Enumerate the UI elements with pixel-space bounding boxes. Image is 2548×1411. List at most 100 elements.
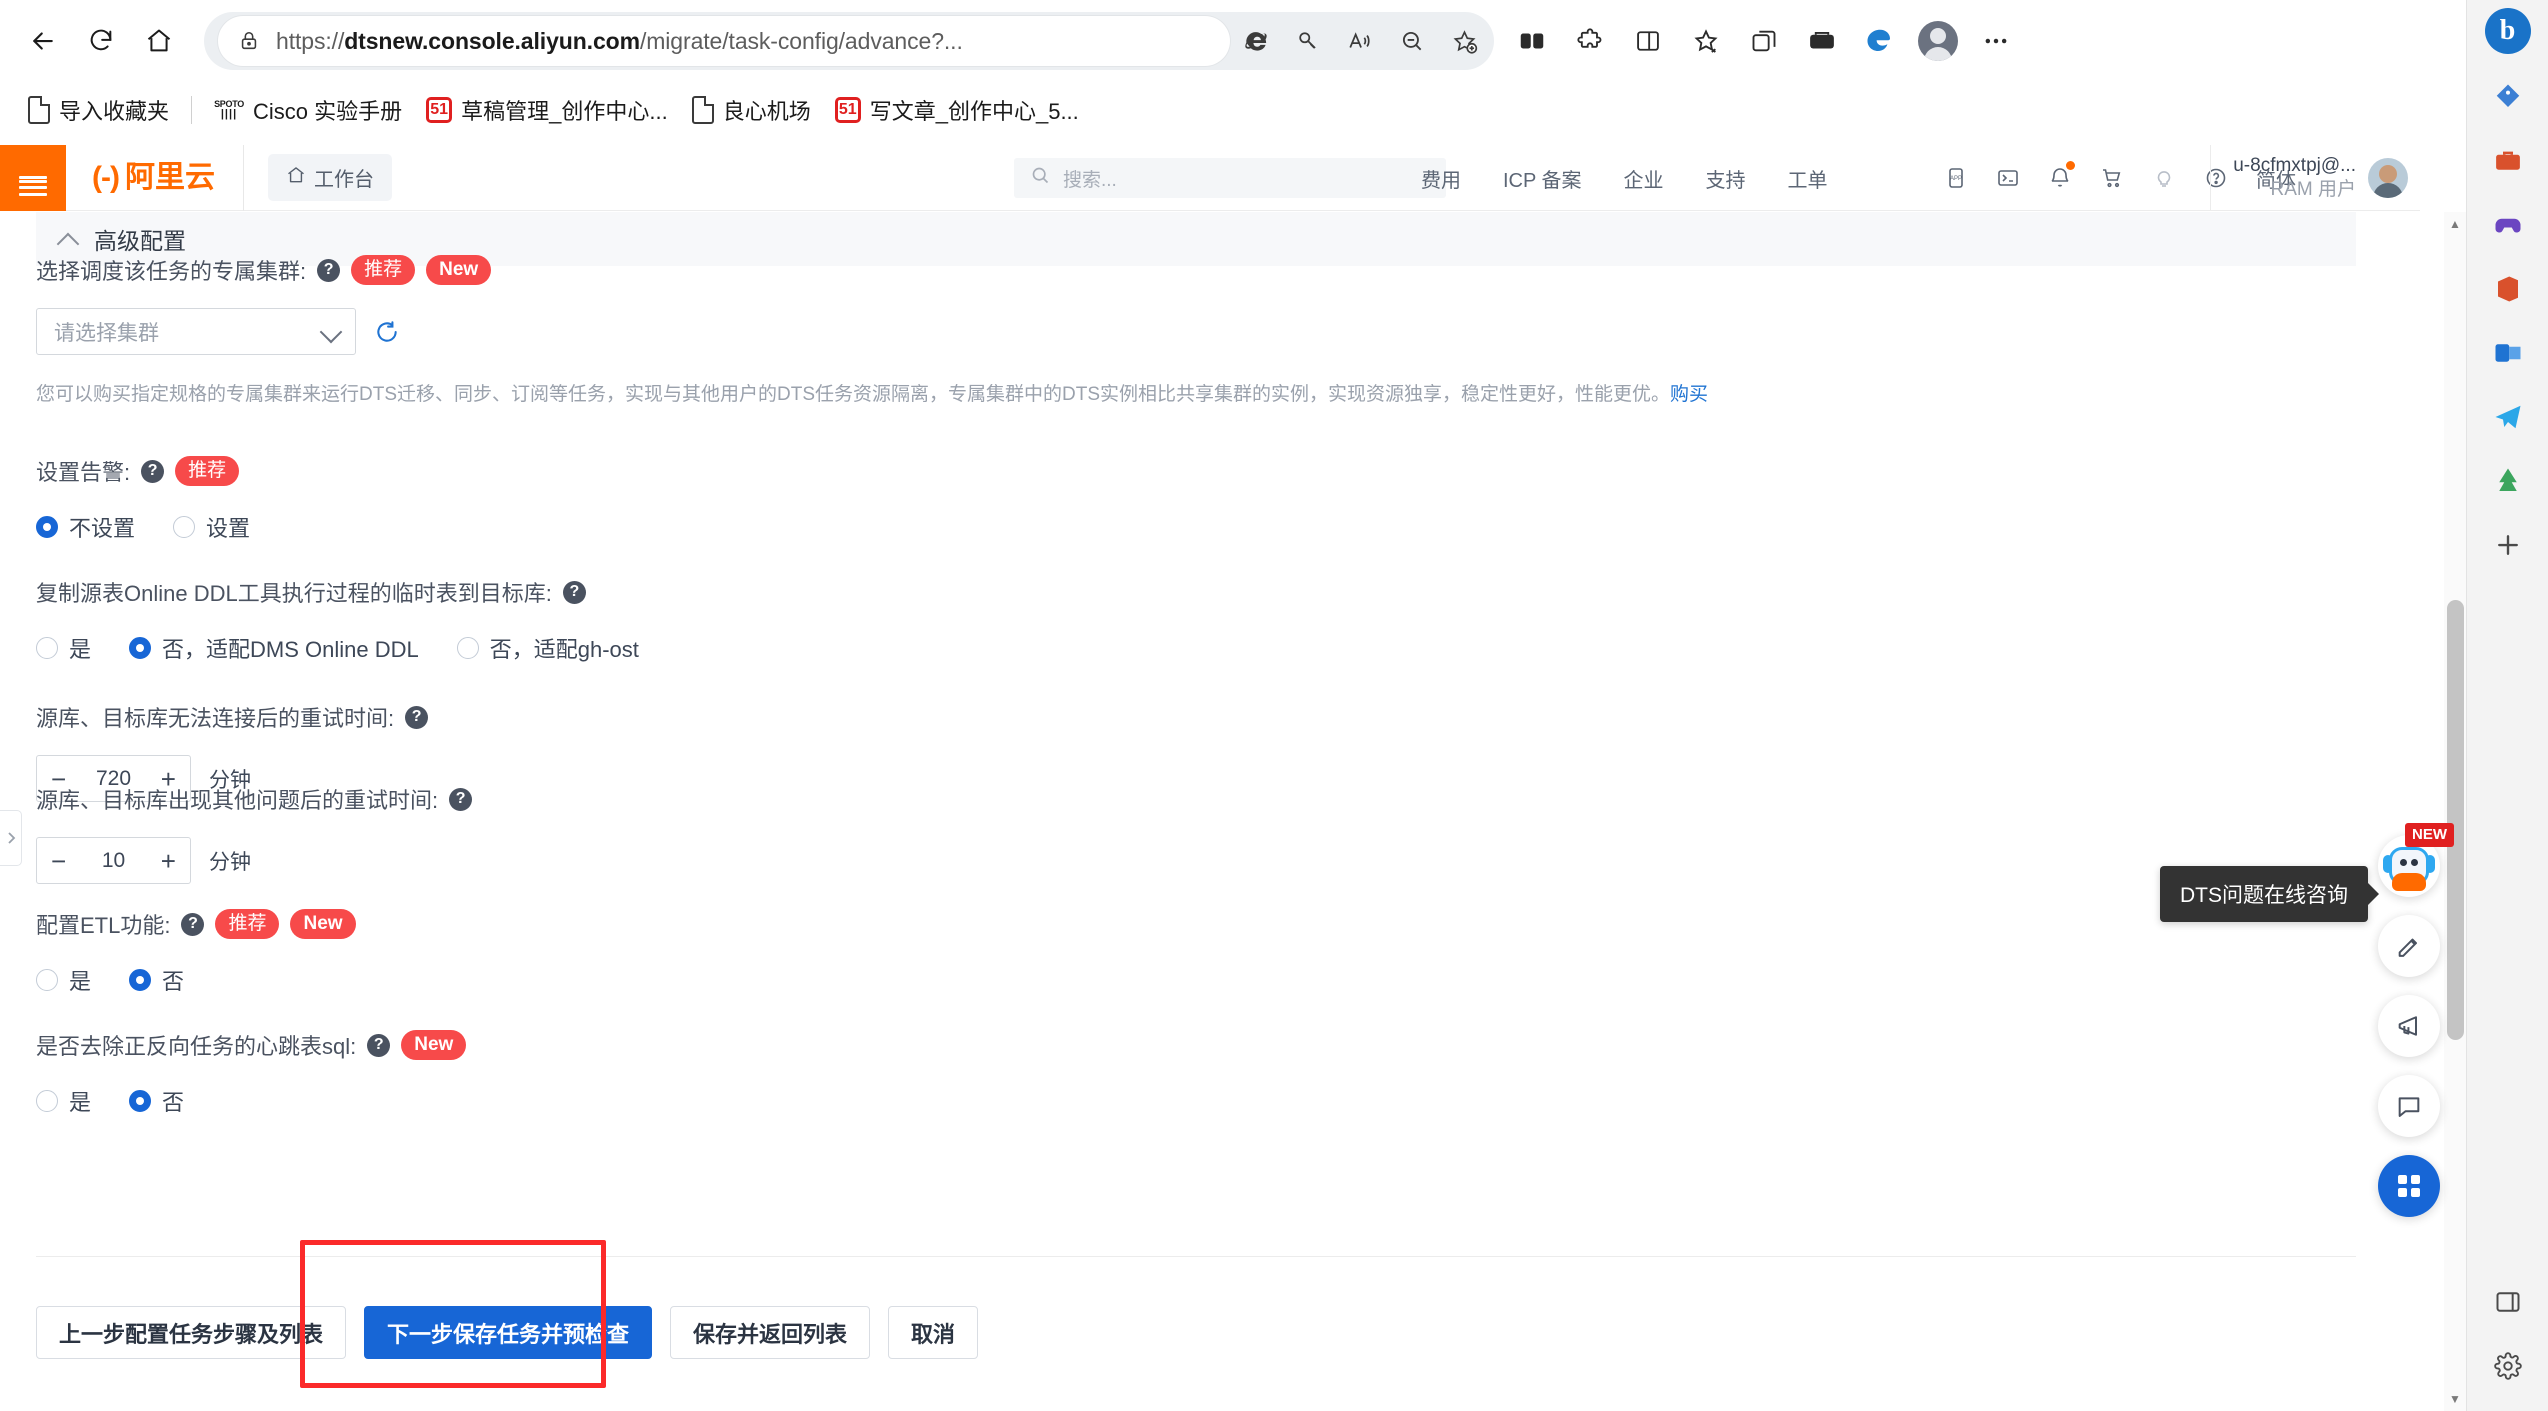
hamburger-menu-icon[interactable]: [0, 144, 66, 211]
add-icon[interactable]: [2477, 514, 2539, 576]
bookmark-import-favorites[interactable]: 导入收藏夹: [18, 88, 179, 132]
cluster-select[interactable]: 请选择集群: [36, 308, 356, 355]
help-icon[interactable]: ?: [317, 258, 341, 282]
online-ddl-option-ghost[interactable]: 否，适配gh-ost: [456, 632, 639, 664]
drop-panel-icon[interactable]: [2477, 1271, 2539, 1333]
add-favorite-icon[interactable]: [1438, 15, 1490, 67]
help-icon[interactable]: ?: [405, 705, 429, 729]
etl-option-yes[interactable]: 是: [36, 964, 91, 996]
radio-icon[interactable]: [129, 637, 152, 659]
briefcase-icon[interactable]: [2477, 130, 2539, 192]
tree-icon[interactable]: [2477, 450, 2539, 512]
chat-bubble-icon[interactable]: [2378, 1075, 2440, 1137]
prev-step-button[interactable]: 上一步配置任务步骤及列表: [36, 1306, 347, 1359]
bookmark-cisco[interactable]: SPOTO |||| Cisco 实验手册: [204, 88, 412, 132]
radio-icon[interactable]: [36, 637, 58, 659]
bell-icon[interactable]: [2034, 152, 2086, 204]
terminal-icon[interactable]: [1982, 152, 2034, 204]
next-step-button[interactable]: 下一步保存任务并预检查: [364, 1306, 653, 1359]
pencil-icon[interactable]: [2378, 915, 2440, 977]
avatar[interactable]: [2368, 158, 2408, 198]
favorites-icon[interactable]: [1678, 13, 1734, 69]
reload-icon[interactable]: [72, 12, 130, 70]
app-icon[interactable]: APP: [1930, 152, 1982, 204]
paper-plane-icon[interactable]: [2477, 386, 2539, 448]
help-icon[interactable]: ?: [449, 787, 473, 811]
refresh-icon[interactable]: [374, 319, 400, 345]
cluster-buy-link[interactable]: 购买: [1670, 384, 1708, 405]
split-screen-icon[interactable]: [1620, 13, 1676, 69]
collections-icon[interactable]: [1504, 13, 1560, 69]
radio-icon[interactable]: [456, 637, 479, 659]
radio-icon[interactable]: [36, 1090, 58, 1112]
stepper-decrement[interactable]: −: [51, 848, 66, 874]
heartbeat-option-yes[interactable]: 是: [36, 1085, 91, 1117]
radio-icon[interactable]: [129, 969, 152, 991]
chevron-up-icon[interactable]: [58, 228, 80, 250]
online-ddl-option-yes[interactable]: 是: [36, 632, 91, 664]
user-account-block[interactable]: u-8cfmxtpj@... RAM 用户: [2210, 145, 2408, 211]
back-arrow-icon[interactable]: [14, 12, 72, 70]
search-input[interactable]: 搜索...: [1014, 158, 1446, 198]
header-nav-item-enterprise[interactable]: 企业: [1603, 164, 1685, 193]
megaphone-icon[interactable]: [2378, 995, 2440, 1057]
shopping-tag-icon[interactable]: [2477, 66, 2539, 128]
read-aloud-icon[interactable]: [1334, 15, 1386, 67]
chevron-down-icon[interactable]: [321, 322, 341, 342]
lightbulb-icon[interactable]: [2138, 152, 2190, 204]
field-retry-other-label-row: 源库、目标库出现其他问题后的重试时间: ?: [36, 783, 473, 815]
user-role-label: RAM 用户: [2270, 179, 2356, 200]
etl-option-no[interactable]: 否: [129, 964, 184, 996]
radio-icon[interactable]: [36, 969, 58, 991]
edge-logo-icon[interactable]: [1852, 13, 1908, 69]
browser-essentials-icon[interactable]: [1794, 13, 1850, 69]
page-scrollbar-thumb[interactable]: [2447, 600, 2464, 1040]
robot-assistant-icon[interactable]: NEW: [2378, 823, 2454, 897]
aliyun-logo[interactable]: (-) 阿里云: [66, 144, 244, 211]
online-ddl-option-dms[interactable]: 否，适配DMS Online DDL: [129, 632, 419, 664]
add-tab-icon[interactable]: [1736, 13, 1792, 69]
search-icon: [1030, 165, 1051, 191]
help-icon[interactable]: ?: [181, 912, 205, 936]
help-icon[interactable]: ?: [562, 580, 586, 604]
games-icon[interactable]: [2477, 194, 2539, 256]
header-nav-item-ticket[interactable]: 工单: [1767, 164, 1849, 193]
header-nav-item-support[interactable]: 支持: [1685, 164, 1767, 193]
internet-explorer-icon[interactable]: [1230, 15, 1282, 67]
settings-gear-icon[interactable]: [2477, 1335, 2539, 1397]
help-icon[interactable]: ?: [367, 1033, 391, 1057]
office-icon[interactable]: [2477, 258, 2539, 320]
sidebar-expand-handle[interactable]: [0, 810, 22, 866]
alarm-option-none[interactable]: 不设置: [36, 511, 135, 543]
radio-icon[interactable]: [129, 1090, 152, 1112]
scroll-up-arrow[interactable]: ▲: [2444, 212, 2466, 236]
retry-other-value[interactable]: 10: [102, 849, 125, 873]
workbench-button[interactable]: 工作台: [267, 154, 392, 201]
address-bar[interactable]: https://dtsnew.console.aliyun.com/migrat…: [204, 12, 1494, 70]
more-options-icon[interactable]: [1968, 13, 2024, 69]
help-icon[interactable]: ?: [141, 459, 165, 483]
bookmark-liangxin[interactable]: 良心机场: [682, 88, 821, 132]
bookmark-draft-center[interactable]: 51 草稿管理_创作中心...: [416, 88, 678, 132]
header-nav-item-icp[interactable]: ICP 备案: [1482, 164, 1603, 193]
home-icon[interactable]: [130, 12, 188, 70]
heartbeat-option-no[interactable]: 否: [129, 1085, 184, 1117]
extensions-icon[interactable]: [1562, 13, 1618, 69]
zoom-out-icon[interactable]: [1386, 15, 1438, 67]
grid-apps-icon[interactable]: [2378, 1155, 2440, 1217]
header-nav-item-fee[interactable]: 费用: [1400, 164, 1482, 193]
retry-other-stepper[interactable]: − 10 +: [36, 837, 191, 884]
bookmark-write-article[interactable]: 51 写文章_创作中心_5...: [825, 88, 1089, 132]
radio-icon[interactable]: [36, 516, 58, 538]
profile-avatar-icon[interactable]: [1910, 13, 1966, 69]
outlook-icon[interactable]: [2477, 322, 2539, 384]
save-and-return-button[interactable]: 保存并返回列表: [670, 1306, 871, 1359]
cart-icon[interactable]: [2086, 152, 2138, 204]
alarm-option-set[interactable]: 设置: [173, 511, 250, 543]
radio-icon[interactable]: [173, 516, 196, 538]
key-icon[interactable]: [1282, 15, 1334, 67]
scroll-down-arrow[interactable]: ▼: [2444, 1387, 2466, 1411]
stepper-increment[interactable]: +: [161, 848, 176, 874]
bing-copilot-icon[interactable]: b: [2484, 8, 2531, 54]
cancel-button[interactable]: 取消: [888, 1306, 979, 1359]
